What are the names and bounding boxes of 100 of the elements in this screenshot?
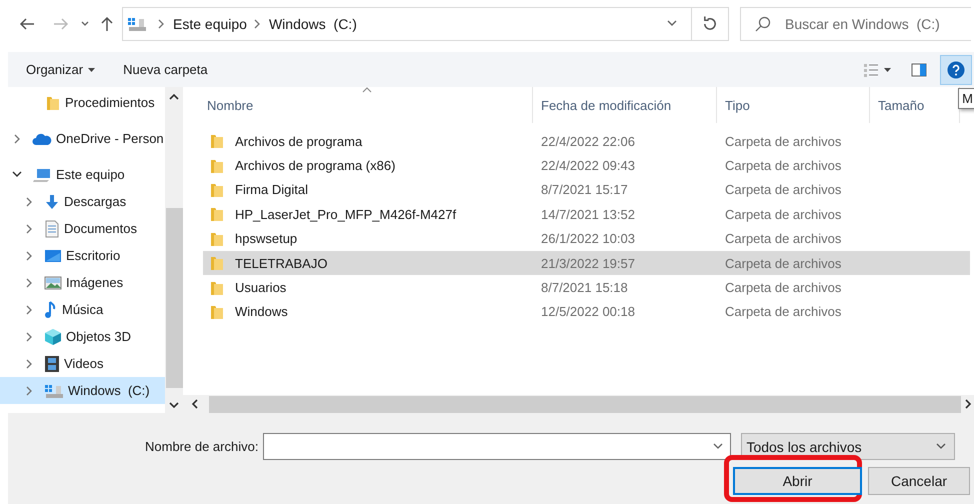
collapsed-chevron-icon — [24, 332, 34, 342]
tree-item[interactable]: Este equipo — [0, 161, 165, 188]
table-cell-text: 14/7/2021 13:52 — [540, 206, 636, 222]
file-name: TELETRABAJO — [235, 256, 328, 271]
file-name: Firma Digital — [235, 182, 308, 198]
scroll-left-icon[interactable] — [191, 399, 198, 409]
recent-locations-icon[interactable] — [81, 21, 89, 27]
file-type-dropdown[interactable]: Todos los archivos — [741, 433, 956, 460]
field-label: Nombre de archivo: — [145, 439, 258, 454]
picture-icon — [44, 276, 62, 290]
folder-icon — [209, 230, 225, 247]
tree-item[interactable]: Imágenes — [0, 269, 165, 296]
file-row[interactable]: Archivos de programa 22/4/2022 22:06 Carpeta de archivos — [203, 129, 970, 154]
breadcrumb[interactable]: Este equipo — [173, 16, 247, 32]
table-cell-text: 22/4/2022 22:06 — [540, 134, 636, 149]
tree-item[interactable]: OneDrive - Person — [0, 125, 165, 152]
file-row[interactable]: hpswsetup 26/1/2022 10:03 Carpeta de archivos — [203, 226, 970, 251]
up-icon[interactable] — [100, 16, 114, 32]
table-cell-text: Carpeta de archivos — [724, 158, 842, 174]
file-row[interactable]: TELETRABAJO 21/3/2022 19:57 Carpeta de archivos — [203, 250, 970, 276]
table-cell-text: Carpeta de archivos — [724, 206, 842, 222]
table-cell-text: Carpeta de archivos — [724, 134, 842, 149]
cloud-icon — [32, 132, 52, 146]
cube-icon — [44, 328, 62, 346]
address-bar[interactable]: Este equipo Windows (C:) — [122, 7, 692, 41]
tree-item[interactable]: Documentos — [0, 215, 165, 242]
back-icon[interactable] — [19, 17, 35, 31]
file-name: Archivos de programa — [235, 134, 362, 149]
table-cell-text: Carpeta de archivos — [724, 182, 842, 198]
table-cell-text: Carpeta de archivos — [724, 304, 842, 320]
column-header[interactable]: Nombre — [186, 87, 533, 123]
table-cell-text: 22/4/2022 09:43 — [540, 158, 636, 174]
folder-icon — [209, 206, 225, 222]
collapsed-chevron-icon — [24, 304, 34, 314]
dropdown-icon[interactable] — [713, 443, 724, 450]
column-header[interactable]: Tipo — [717, 87, 870, 123]
tree-item[interactable]: Objetos 3D — [0, 323, 165, 350]
panel-icon — [911, 62, 927, 76]
file-name: HP_LaserJet_Pro_MFP_M426f-M427f — [235, 206, 456, 222]
scroll-right-icon[interactable] — [965, 399, 972, 409]
tree-item[interactable]: Escritorio — [0, 242, 165, 269]
document-icon — [44, 220, 60, 238]
caret-icon — [884, 68, 891, 72]
tree-item[interactable]: Videos — [0, 350, 165, 377]
file-row[interactable]: HP_LaserJet_Pro_MFP_M426f-M427f 14/7/2021 13:52 Carpeta de archivos — [203, 202, 970, 227]
chevron-icon — [157, 19, 165, 29]
folder-icon — [209, 255, 225, 272]
file-row[interactable]: Firma Digital 8/7/2021 15:17 Carpeta de archivos — [203, 178, 970, 202]
collapsed-chevron-icon — [24, 224, 34, 234]
file-name: Usuarios — [235, 280, 286, 296]
folder-icon — [209, 304, 225, 320]
collapsed-chevron-icon — [24, 278, 34, 288]
collapsed-chevron-icon — [24, 196, 34, 206]
help-button[interactable] — [940, 54, 972, 84]
tree-item[interactable]: Procedimientos — [0, 89, 165, 116]
table-cell-text: Carpeta de archivos — [724, 280, 842, 296]
help-icon — [947, 60, 965, 78]
file-row[interactable]: Windows 12/5/2022 00:18 Carpeta de archivos — [203, 300, 970, 324]
collapsed-chevron-icon — [12, 134, 22, 144]
breadcrumb[interactable]: Windows (C:) — [268, 16, 357, 32]
refresh-icon[interactable] — [692, 7, 729, 41]
scroll-down-icon[interactable] — [169, 402, 179, 409]
tooltip: M — [958, 88, 974, 109]
cancel-button[interactable]: Cancelar — [868, 467, 970, 495]
column-header[interactable]: Fecha de modificación — [533, 87, 717, 123]
file-row[interactable]: Archivos de programa (x86) 22/4/2022 09:43 Carpeta de archivos — [203, 153, 970, 178]
tree-item[interactable]: Descargas — [0, 188, 165, 215]
file-row[interactable]: Usuarios 8/7/2021 15:18 Carpeta de archivos — [203, 275, 970, 300]
music-note-icon — [44, 300, 58, 318]
dropdown-icon[interactable] — [667, 20, 677, 28]
collapsed-chevron-icon — [24, 386, 34, 396]
filename-field[interactable] — [263, 433, 732, 460]
table-cell-text: 21/3/2022 19:57 — [540, 256, 636, 271]
open-button[interactable]: Abrir — [733, 467, 862, 495]
folder-icon — [209, 158, 225, 174]
collapsed-chevron-icon — [24, 250, 34, 260]
tree-item[interactable]: Música — [0, 296, 165, 323]
table-cell-text: Carpeta de archivos — [724, 231, 842, 246]
menu-button[interactable]: Organizar — [16, 58, 106, 81]
folder-icon — [209, 182, 225, 198]
toolbar-button[interactable]: Nueva carpeta — [113, 58, 218, 81]
file-name: Archivos de programa (x86) — [235, 158, 396, 174]
caret-icon — [88, 68, 96, 72]
table-cell-text: 12/5/2022 00:18 — [540, 304, 636, 320]
tree-item[interactable]: Windows (C:) — [0, 377, 165, 404]
scroll-up-icon[interactable] — [169, 93, 179, 100]
folder-icon — [45, 94, 61, 110]
drive-icon — [127, 16, 147, 32]
scroll-thumb[interactable] — [166, 208, 182, 388]
drive-icon — [44, 382, 64, 398]
computer-icon — [32, 166, 52, 182]
chevron-icon — [252, 19, 261, 29]
folder-icon — [209, 133, 225, 150]
download-icon — [44, 194, 60, 210]
scrollbar[interactable] — [165, 87, 183, 413]
search-field[interactable]: Buscar en Windows (C:) — [740, 7, 971, 41]
expanded-chevron-icon — [12, 170, 22, 178]
table-cell-text: Carpeta de archivos — [724, 256, 842, 271]
file-name: Windows — [235, 304, 288, 320]
table-cell-text: 26/1/2022 10:03 — [540, 231, 636, 246]
